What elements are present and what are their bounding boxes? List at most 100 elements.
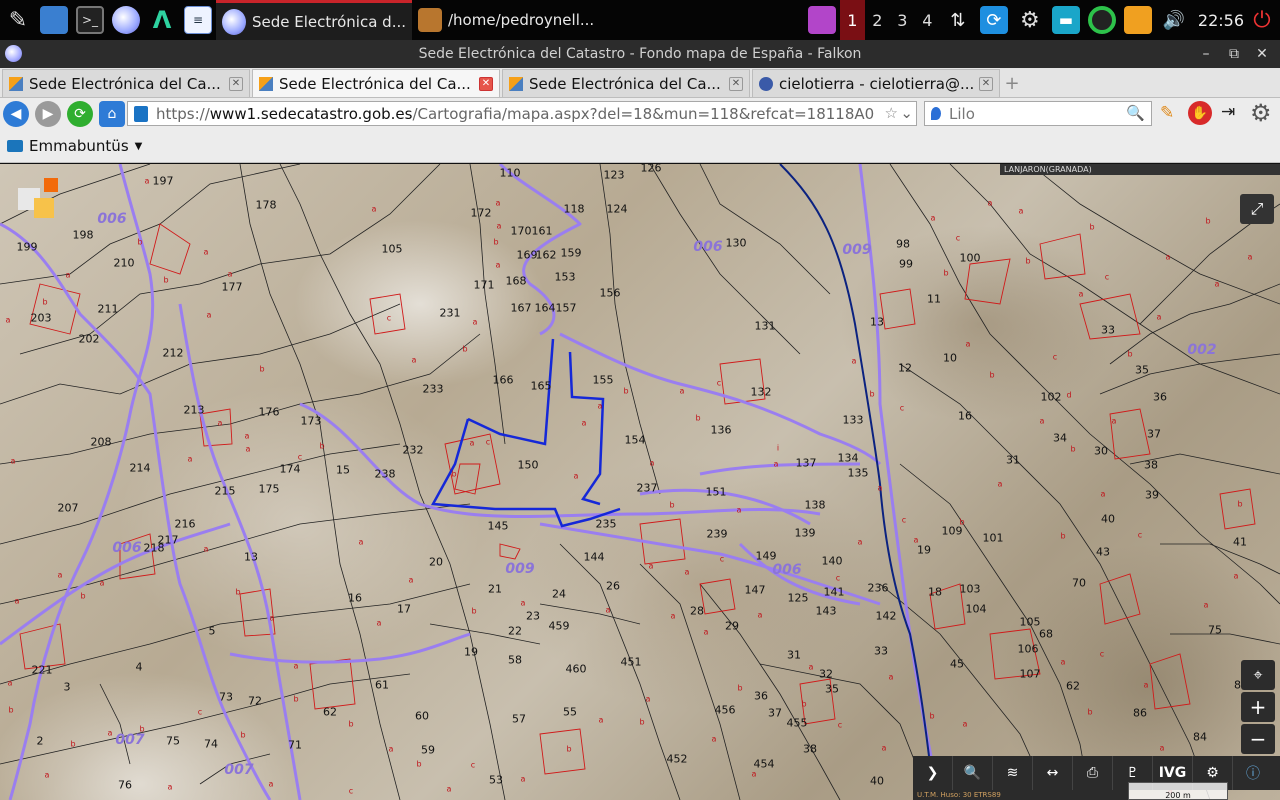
- adblock-icon[interactable]: ✋: [1188, 101, 1212, 125]
- subparcel-letter: a: [684, 567, 690, 577]
- parcel-number: 31: [1006, 453, 1020, 467]
- subparcel-letter: b: [943, 268, 949, 278]
- parcel-number: 59: [421, 743, 435, 757]
- text-editor-icon[interactable]: ≡: [184, 6, 212, 34]
- tab-catastro-1[interactable]: Sede Electrónica del Ca... ✕: [2, 69, 250, 97]
- search-icon[interactable]: 🔍: [1126, 104, 1145, 122]
- parcel-number: 167: [510, 301, 532, 315]
- close-icon[interactable]: ✕: [1252, 44, 1272, 64]
- parcel-number: 123: [603, 168, 625, 182]
- fullscreen-button[interactable]: ⤢: [1240, 194, 1274, 224]
- bookmark-star-icon[interactable]: ☆: [882, 104, 898, 122]
- new-tab-button[interactable]: +: [1000, 69, 1024, 97]
- chevron-down-icon[interactable]: ▼: [135, 141, 143, 152]
- locate-button[interactable]: ⌖: [1241, 660, 1275, 690]
- linux-menu-icon[interactable]: ✎: [4, 6, 32, 34]
- parcel-number: 239: [706, 527, 728, 541]
- url-bar[interactable]: https://www1.sedecatastro.gob.es/Cartogr…: [127, 101, 917, 126]
- maximize-icon[interactable]: ⧉: [1224, 44, 1244, 64]
- network-transfer-icon[interactable]: ⇅: [944, 6, 972, 34]
- parcel-number: 221: [31, 663, 53, 677]
- chevron-right-icon[interactable]: ❯: [913, 756, 953, 790]
- clock[interactable]: 22:56: [1198, 11, 1244, 30]
- parcel-number: 126: [640, 164, 662, 175]
- reload-button[interactable]: ⟳: [67, 101, 93, 127]
- app-launcher-icon[interactable]: Λ: [148, 6, 176, 34]
- tab-close-icon[interactable]: ✕: [979, 76, 993, 91]
- settings-icon[interactable]: ⚙: [1016, 6, 1044, 34]
- back-button[interactable]: ◀: [3, 101, 29, 127]
- terminal-icon[interactable]: >_: [76, 6, 104, 34]
- parcel-number: 58: [508, 653, 522, 667]
- minimize-icon[interactable]: –: [1196, 44, 1216, 64]
- tab-cielotierra[interactable]: cielotierra - cielotierra@... ✕: [752, 69, 1000, 97]
- subparcel-letter: a: [99, 578, 105, 588]
- parcel-number: 130: [725, 236, 747, 250]
- parcel-number: 75: [166, 734, 180, 748]
- subparcel-letter: a: [773, 459, 779, 469]
- subparcel-letter: b: [451, 469, 457, 479]
- selected-parcel-outline: [430, 338, 621, 528]
- bookmark-folder-emmabuntus[interactable]: Emmabuntüs: [29, 137, 129, 155]
- subparcel-letter: b: [319, 441, 325, 451]
- parcel-number: 38: [1144, 458, 1158, 472]
- subparcel-letter: a: [913, 535, 919, 545]
- measure-icon[interactable]: ↔: [1033, 756, 1073, 790]
- parcel-number: 3: [63, 680, 71, 694]
- tab-bar: Sede Electrónica del Ca... ✕ Sede Electr…: [0, 68, 1280, 98]
- sync-icon[interactable]: ⟳: [979, 6, 1008, 34]
- task-browser[interactable]: Sede Electrónica d...: [216, 0, 412, 40]
- url-dropdown-icon[interactable]: ⌄: [900, 104, 913, 122]
- tab-catastro-3[interactable]: Sede Electrónica del Ca... ✕: [502, 69, 750, 97]
- tab-close-icon[interactable]: ✕: [729, 76, 743, 91]
- info-icon[interactable]: ⓘ: [1233, 756, 1273, 790]
- subparcel-letter: a: [962, 719, 968, 729]
- task-file-manager[interactable]: /home/pedroynell...: [412, 0, 602, 40]
- workspace-2[interactable]: 2: [865, 0, 890, 40]
- search-input[interactable]: Lilo 🔍: [924, 101, 1152, 126]
- volume-icon[interactable]: 🔊: [1160, 6, 1188, 34]
- sidebar-toggle-icon[interactable]: ⇥: [1221, 102, 1235, 122]
- zoom-in-button[interactable]: +: [1241, 692, 1275, 722]
- storage-icon[interactable]: [1123, 6, 1152, 34]
- task-label: /home/pedroynell...: [448, 11, 595, 29]
- screen: ✎ >_ Λ ≡ Sede Electrónica d... /home/ped…: [0, 0, 1280, 800]
- subparcel-letter: b: [70, 739, 76, 749]
- subparcel-letter: a: [371, 204, 377, 214]
- chat-icon[interactable]: ▬: [1051, 6, 1080, 34]
- workspace-3[interactable]: 3: [890, 0, 915, 40]
- notes-icon[interactable]: [807, 6, 836, 34]
- zoom-out-button[interactable]: −: [1241, 724, 1275, 754]
- workspace-4[interactable]: 4: [915, 0, 940, 40]
- parcel-number: 135: [847, 466, 869, 480]
- subparcel-letter: a: [495, 260, 501, 270]
- tab-catastro-2[interactable]: Sede Electrónica del Ca... ✕: [252, 69, 500, 97]
- power-icon[interactable]: ⏻: [1248, 6, 1276, 34]
- subparcel-letter: b: [235, 587, 241, 597]
- navigation-bar: ◀ ▶ ⟳ ⌂ https://www1.sedecatastro.gob.es…: [0, 98, 1280, 130]
- parcel-number: 32: [819, 667, 833, 681]
- subparcel-letter: a: [711, 734, 717, 744]
- tab-close-icon[interactable]: ✕: [479, 76, 493, 91]
- home-button[interactable]: ⌂: [99, 101, 125, 127]
- subparcel-letter: a: [1018, 206, 1024, 216]
- workspace-1[interactable]: 1: [839, 0, 865, 40]
- cadastral-map[interactable]: 006 006 009 002 006 009 006 007 007 197 178 198 199…: [0, 164, 1280, 800]
- forward-button[interactable]: ▶: [35, 101, 61, 127]
- disk-icon[interactable]: [1087, 6, 1116, 34]
- search-icon[interactable]: 🔍: [953, 756, 993, 790]
- parcel-number: 38: [803, 742, 817, 756]
- pencil-icon[interactable]: ✎: [1160, 103, 1174, 123]
- menu-gear-icon[interactable]: ⚙: [1250, 99, 1272, 127]
- parcel-number: 215: [214, 484, 236, 498]
- falkon-browser-icon[interactable]: [112, 6, 140, 34]
- print-icon[interactable]: ⎙: [1073, 756, 1113, 790]
- zone-label: 009: [505, 561, 535, 577]
- tab-close-icon[interactable]: ✕: [229, 76, 243, 91]
- subparcel-letter: b: [240, 730, 246, 740]
- subparcel-letter: c: [1137, 530, 1143, 540]
- search-engine-icon: [931, 107, 941, 120]
- layers-icon[interactable]: ≋: [993, 756, 1033, 790]
- site-info-icon[interactable]: [134, 106, 148, 122]
- file-manager-icon[interactable]: [40, 6, 68, 34]
